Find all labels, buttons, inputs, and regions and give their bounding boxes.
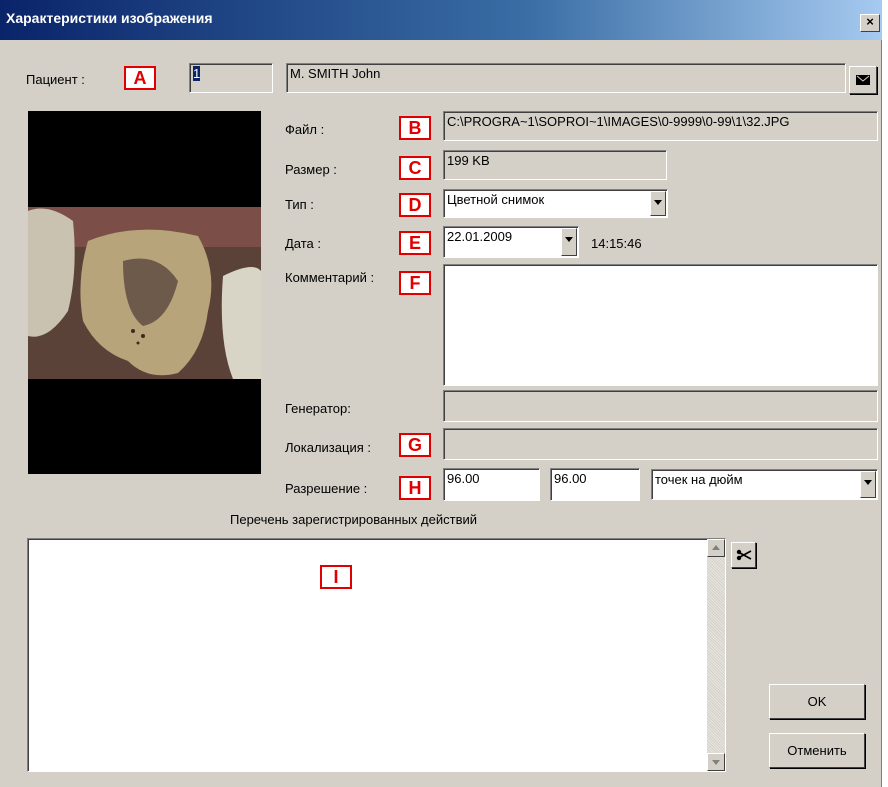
generator-label: Генератор: [285,401,351,416]
cancel-button[interactable]: Отменить [769,733,865,768]
file-label: Файл : [285,122,325,137]
badge-h: H [399,476,431,500]
generator-field [443,390,878,422]
date-dropdown-arrow-icon[interactable] [561,228,577,256]
date-value: 22.01.2009 [447,229,513,244]
badge-a: A [124,66,156,90]
resolution-label: Разрешение : [285,481,368,496]
title-bar: Характеристики изображения × [0,0,882,40]
arrow-up-icon [712,545,720,550]
close-button[interactable]: × [860,14,880,32]
type-label: Тип : [285,197,314,212]
badge-c: C [399,156,431,180]
resolution-unit-value: точек на дюйм [655,472,743,487]
cut-button[interactable] [731,542,756,568]
time-value: 14:15:46 [591,236,642,251]
badge-d: D [399,193,431,217]
resolution-x-input[interactable]: 96.00 [443,468,540,501]
localization-field [443,428,878,460]
tooth-photo [28,207,261,379]
patient-name-field: M. SMITH John [286,63,846,93]
ok-button[interactable]: OK [769,684,865,719]
dialog-window: Характеристики изображения × Пациент : A… [0,0,882,787]
size-field: 199 KB [443,150,667,180]
scissors-icon [736,549,751,561]
patient-id-field[interactable]: 1 [189,63,273,93]
patient-label: Пациент : [26,72,85,87]
resolution-dropdown-arrow-icon[interactable] [860,471,876,498]
size-label: Размер : [285,162,337,177]
localization-label: Локализация : [285,440,371,455]
arrow-down-icon [712,760,720,765]
badge-b: B [399,116,431,140]
image-preview [28,111,261,474]
date-picker[interactable]: 22.01.2009 [443,226,579,258]
scroll-up-button[interactable] [707,539,725,557]
file-path-field: C:\PROGRA~1\SOPROI~1\IMAGES\0-9999\0-99\… [443,111,878,141]
type-select-value: Цветной снимок [447,192,545,207]
actions-scrollbar[interactable] [707,539,725,771]
envelope-icon [856,75,870,85]
type-select[interactable]: Цветной снимок [443,189,668,218]
comment-textarea[interactable] [443,264,878,386]
scroll-down-button[interactable] [707,753,725,771]
date-label: Дата : [285,236,322,251]
resolution-unit-select[interactable]: точек на дюйм [651,469,878,500]
badge-e: E [399,231,431,255]
badge-i: I [320,565,352,589]
mail-button[interactable] [849,66,877,94]
comment-label: Комментарий : [285,270,375,285]
actions-title: Перечень зарегистрированных действий [230,512,477,527]
badge-f: F [399,271,431,295]
window-title: Характеристики изображения [6,10,213,26]
type-dropdown-arrow-icon[interactable] [650,191,666,216]
patient-id-value: 1 [193,66,201,81]
resolution-y-input[interactable]: 96.00 [550,468,640,501]
badge-g: G [399,433,431,457]
actions-list[interactable]: I [27,538,726,772]
